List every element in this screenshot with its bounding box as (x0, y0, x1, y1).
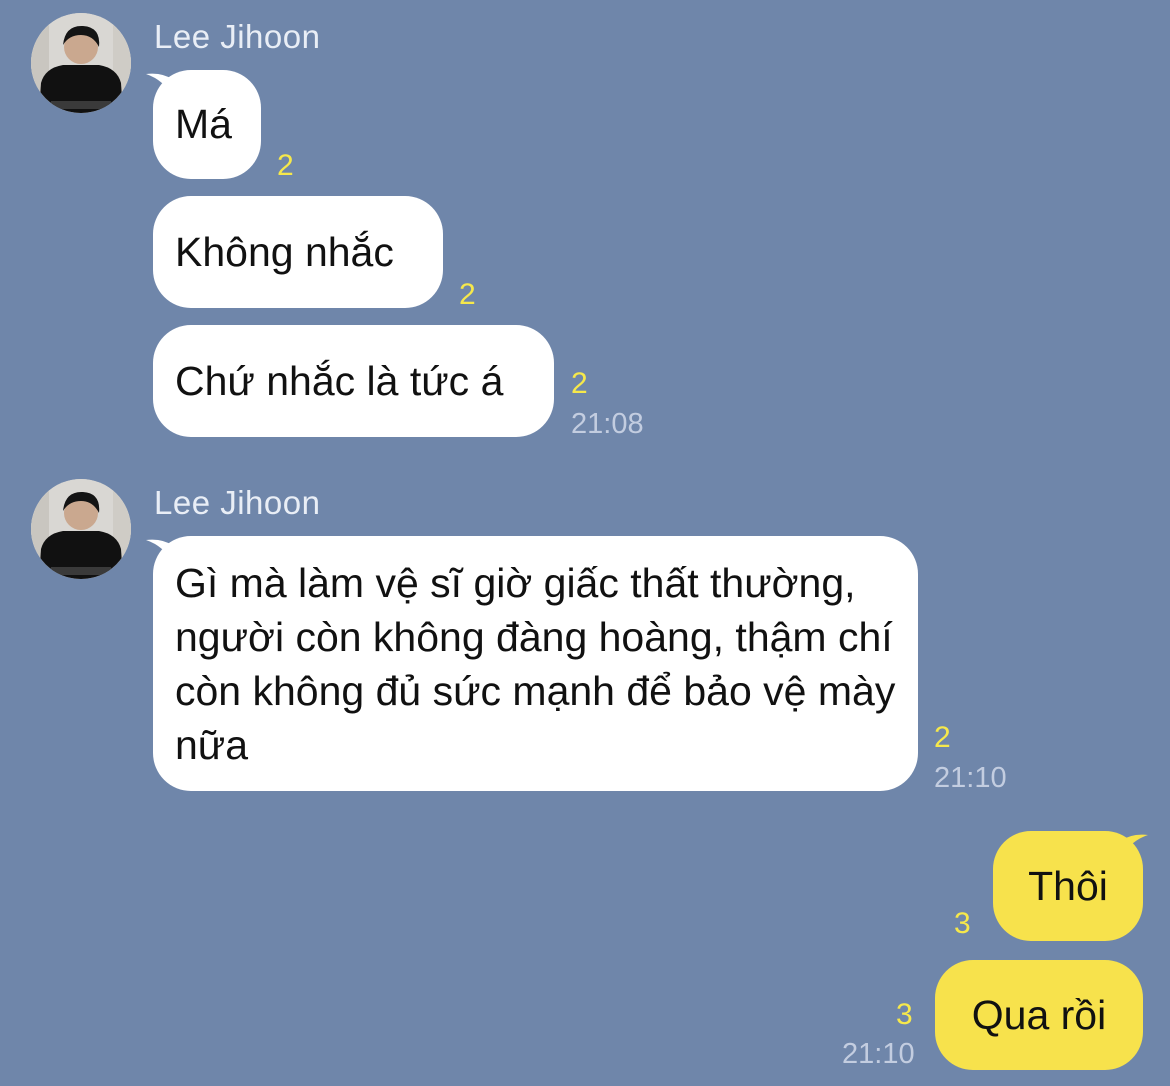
unread-count: 3 (896, 998, 913, 1031)
unread-count: 2 (934, 721, 951, 754)
message-bubble[interactable]: Gì mà làm vệ sĩ giờ giấc thất thường, ng… (153, 536, 918, 791)
message-bubble[interactable]: Qua rồi (935, 960, 1143, 1070)
message-timestamp: 21:08 (571, 408, 644, 440)
message-timestamp: 21:10 (842, 1038, 915, 1070)
message-text: Chứ nhắc là tức á (175, 357, 504, 404)
unread-count: 2 (459, 278, 476, 311)
message-text: Qua rồi (971, 991, 1107, 1038)
message-timestamp: 21:10 (934, 762, 1007, 794)
avatar[interactable] (31, 13, 131, 113)
unread-count: 3 (954, 907, 971, 940)
message-bubble[interactable]: Không nhắc (153, 196, 443, 308)
message-text: Má (175, 101, 232, 147)
message-bubble[interactable]: Chứ nhắc là tức á (153, 325, 554, 437)
message-text: Thôi (1028, 862, 1108, 909)
sender-name: Lee Jihoon (154, 18, 321, 55)
message-text: Gì mà làm vệ sĩ giờ giấc thất thường, ng… (175, 560, 896, 768)
message-bubble[interactable]: Thôi (993, 831, 1143, 941)
avatar[interactable] (31, 479, 131, 579)
unread-count: 2 (571, 367, 588, 400)
profile-photo-icon (31, 13, 131, 113)
profile-photo-icon (31, 479, 131, 579)
message-bubble[interactable]: Má (153, 70, 261, 179)
message-text: Không nhắc (175, 228, 394, 275)
sender-name: Lee Jihoon (154, 484, 321, 521)
unread-count: 2 (277, 149, 294, 182)
